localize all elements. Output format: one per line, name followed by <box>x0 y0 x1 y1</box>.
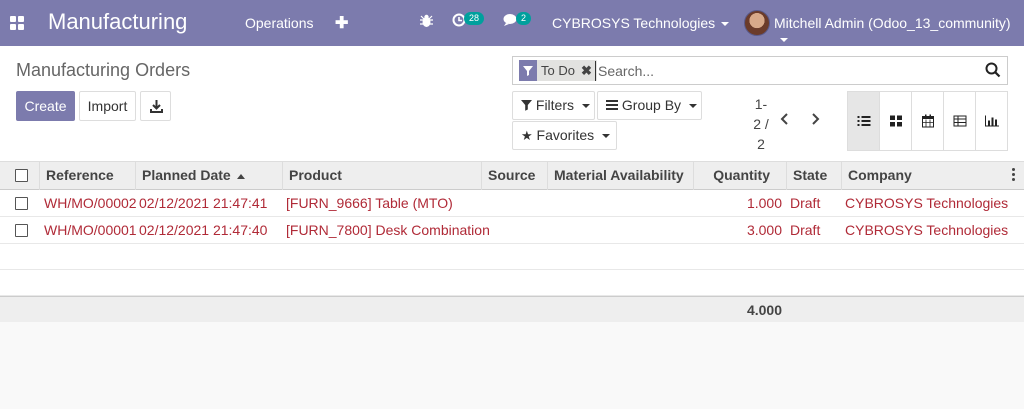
control-panel: Manufacturing Orders Create Import To Do… <box>0 46 1024 162</box>
company-name: CYBROSYS Technologies <box>552 15 716 31</box>
empty-row <box>0 244 1024 270</box>
search-input[interactable] <box>595 61 975 81</box>
search-bar: To Do ✖ <box>512 56 1008 85</box>
row-checkbox[interactable] <box>15 224 28 237</box>
table-row[interactable]: WH/MO/00001 02/12/2021 21:47:40 [FURN_78… <box>0 217 1024 244</box>
download-button[interactable] <box>140 91 171 121</box>
groupby-dropdown[interactable]: Group By <box>597 91 702 120</box>
pager-previous-button[interactable] <box>780 112 790 131</box>
column-label: Planned Date <box>142 167 231 183</box>
column-header-reference[interactable]: Reference <box>39 162 135 190</box>
top-navbar: Manufacturing Operations ✚ 28 2 CYBROSYS… <box>0 0 1024 46</box>
filters-label: Filters <box>535 97 575 113</box>
chevron-down-icon <box>780 38 788 43</box>
cell-reference: WH/MO/00001 <box>44 222 137 238</box>
list-view-button[interactable] <box>848 92 880 150</box>
app-brand[interactable]: Manufacturing <box>48 9 187 35</box>
pivot-view-button[interactable] <box>944 92 976 150</box>
search-icon[interactable] <box>985 62 1001 78</box>
pager-range: 1- <box>754 96 768 112</box>
message-count-badge: 2 <box>516 12 532 25</box>
pager-total: 2 <box>757 136 765 152</box>
table-row[interactable]: WH/MO/00002 02/12/2021 21:47:41 [FURN_96… <box>0 190 1024 217</box>
menu-operations[interactable]: Operations <box>245 15 313 31</box>
apps-menu-icon[interactable] <box>10 16 24 30</box>
cell-product: [FURN_7800] Desk Combination <box>286 222 490 238</box>
cell-reference: WH/MO/00002 <box>44 195 137 211</box>
download-icon <box>150 100 163 113</box>
create-button[interactable]: Create <box>16 91 75 121</box>
cell-quantity: 3.000 <box>746 222 782 238</box>
cell-product: [FURN_9666] Table (MTO) <box>286 195 453 211</box>
chevron-down-icon <box>721 22 730 27</box>
favorites-label: Favorites <box>536 127 595 143</box>
favorites-dropdown[interactable]: ★ Favorites <box>512 121 617 150</box>
sort-ascending-icon <box>236 173 245 179</box>
table-header: Reference Planned Date Product Source Ma… <box>0 162 1024 190</box>
empty-row <box>0 270 1024 296</box>
cell-quantity: 1.000 <box>746 195 782 211</box>
avatar[interactable] <box>744 10 770 36</box>
cell-company: CYBROSYS Technologies <box>845 222 1009 238</box>
column-header-state[interactable]: State <box>786 162 841 190</box>
calendar-view-button[interactable] <box>912 92 944 150</box>
bar-chart-icon <box>984 115 999 127</box>
list-icon <box>857 116 870 126</box>
cell-planned-date: 02/12/2021 21:47:41 <box>139 195 268 211</box>
column-header-product[interactable]: Product <box>282 162 481 190</box>
column-header-source[interactable]: Source <box>481 162 547 190</box>
view-switcher <box>847 91 1008 151</box>
star-icon: ★ <box>521 128 533 143</box>
select-all-checkbox[interactable] <box>15 169 28 182</box>
pager-value[interactable]: 1- 2 / 2 <box>748 94 774 154</box>
facet-label: To Do <box>541 63 575 78</box>
plus-icon[interactable]: ✚ <box>335 13 348 33</box>
kanban-view-button[interactable] <box>880 92 912 150</box>
cell-planned-date: 02/12/2021 21:47:40 <box>139 222 268 238</box>
import-button[interactable]: Import <box>79 91 136 121</box>
orders-table: Reference Planned Date Product Source Ma… <box>0 162 1024 322</box>
user-menu[interactable]: Mitchell Admin (Odoo_13_community) <box>774 15 1024 47</box>
cell-state: Draft <box>790 222 821 238</box>
chevron-down-icon <box>689 104 698 109</box>
search-facet-todo[interactable]: To Do ✖ <box>519 60 597 81</box>
cell-state: Draft <box>790 195 821 211</box>
column-header-material-availability[interactable]: Material Availability <box>547 162 693 190</box>
activity-count-badge: 28 <box>464 12 485 25</box>
graph-view-button[interactable] <box>976 92 1007 150</box>
table-icon <box>953 115 966 127</box>
row-checkbox[interactable] <box>15 197 28 210</box>
table-footer: 4.000 <box>0 296 1024 322</box>
filters-dropdown[interactable]: Filters <box>512 91 595 120</box>
debug-bug-icon[interactable] <box>420 14 433 31</box>
chevron-down-icon <box>582 104 591 109</box>
chevron-right-icon <box>812 113 820 125</box>
column-header-planned-date[interactable]: Planned Date <box>135 162 282 190</box>
cell-company: CYBROSYS Technologies <box>845 195 1009 211</box>
filter-icon <box>521 100 532 111</box>
pager-current: 2 / <box>753 116 769 132</box>
chevron-down-icon <box>602 134 611 139</box>
chevron-left-icon <box>780 113 788 125</box>
calendar-icon <box>921 114 934 128</box>
filter-icon <box>519 60 537 81</box>
total-quantity: 4.000 <box>746 302 782 318</box>
breadcrumb: Manufacturing Orders <box>16 60 191 80</box>
optional-columns-toggle-icon[interactable] <box>1012 168 1016 182</box>
user-name: Mitchell Admin (Odoo_13_community) <box>774 15 1011 31</box>
pager-next-button[interactable] <box>810 112 820 131</box>
kanban-icon <box>889 115 902 127</box>
company-switcher[interactable]: CYBROSYS Technologies <box>552 15 730 31</box>
groupby-label: Group By <box>621 97 682 113</box>
column-header-quantity[interactable]: Quantity <box>693 162 786 190</box>
column-header-company[interactable]: Company <box>841 162 1011 190</box>
bars-icon <box>606 100 618 110</box>
facet-remove-icon[interactable]: ✖ <box>581 63 592 79</box>
